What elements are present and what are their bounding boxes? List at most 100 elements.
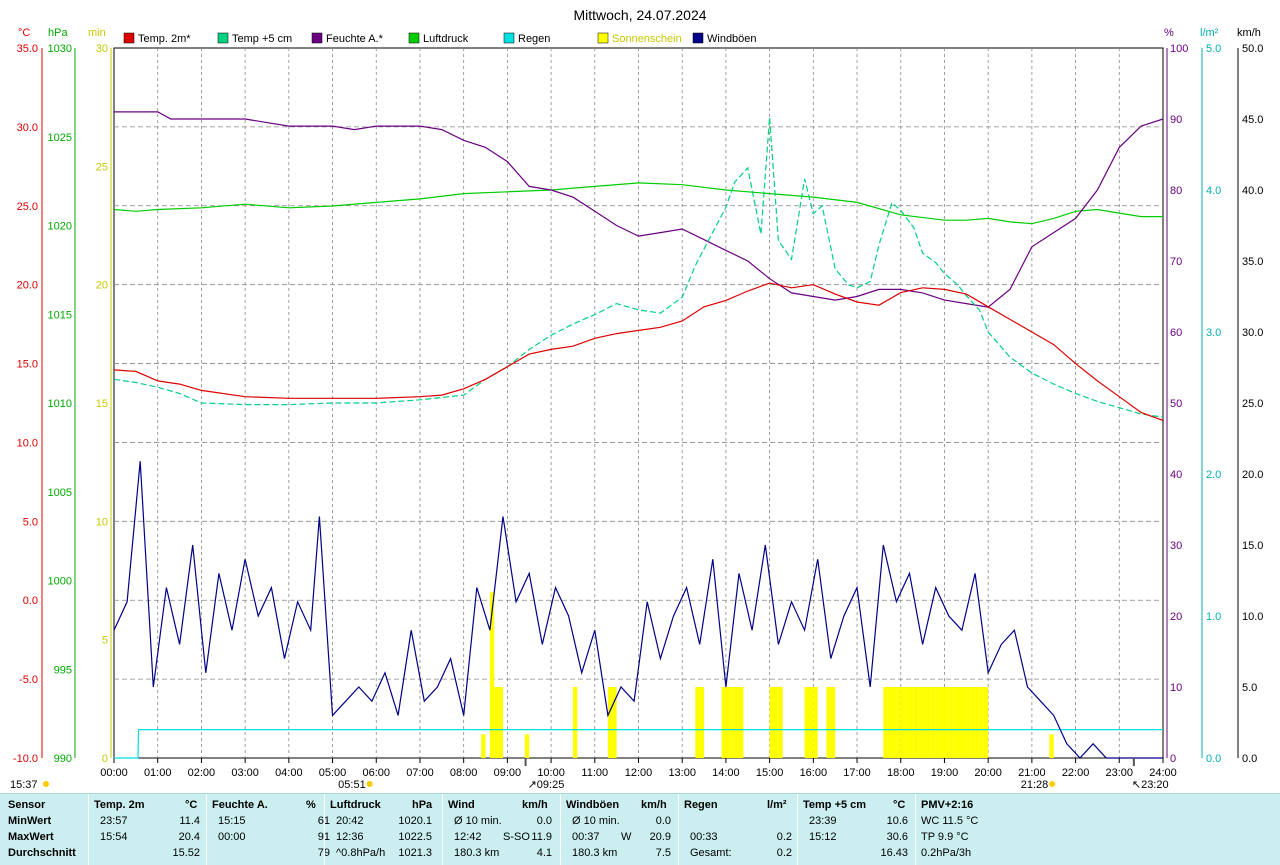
stats-cell-gust-a: 00:37	[572, 831, 600, 843]
stats-header-humidity-unit: %	[306, 799, 316, 811]
stats-row: Durchschnitt 15.52 79 ^0.8hPa/h 1021.3 180.3 …	[0, 845, 1280, 861]
tick-rain: 0.0	[1206, 753, 1221, 765]
tick-pressure: 990	[54, 753, 72, 765]
tick-wind: 10.0	[1242, 611, 1263, 623]
tick-time: 09:00	[494, 767, 522, 779]
sunshine-bar	[940, 687, 945, 758]
legend-label: Feuchte A.*	[326, 33, 384, 45]
stats-cell-pmv: TP 9.9 °C	[921, 831, 969, 843]
stats-cell-wind-v: 4.1	[536, 847, 552, 859]
stats-cell-pmv: 0.2hPa/3h	[921, 847, 972, 859]
stats-cell-wind-a: 12:42	[454, 831, 482, 843]
stats-cell-gust-v: 20.9	[649, 831, 671, 843]
legend-swatch	[503, 32, 515, 44]
sunset-icon	[1049, 781, 1056, 787]
stats-header-pressure-unit: hPa	[412, 799, 433, 811]
sunshine-bar	[975, 687, 980, 758]
sunshine-bar	[883, 687, 888, 758]
tick-time: 20:00	[974, 767, 1002, 779]
legend-label: Windböen	[707, 33, 757, 45]
stats-cell-rain-v: 0.2	[776, 831, 792, 843]
axis-unit-sun: min	[88, 27, 106, 39]
legend-label: Temp. 2m*	[138, 33, 191, 45]
stats-row: MaxWert 15:54 20.4 00:00 91 12:36 1022.5 12:42 S…	[0, 829, 1280, 845]
tick-humidity: 70	[1170, 256, 1182, 268]
tick-time: 03:00	[231, 767, 259, 779]
sunshine-bar	[948, 687, 954, 758]
tick-humidity: 100	[1170, 43, 1188, 55]
sunshine-bar	[730, 687, 735, 758]
stats-cell-wind-v: 11.9	[531, 831, 552, 843]
tick-time: 21:00	[1018, 767, 1046, 779]
stats-cell-press-t: ^0.8hPa/h	[336, 847, 386, 859]
tick-wind: 50.0	[1242, 43, 1263, 55]
tick-temp: 20.0	[17, 280, 38, 292]
stats-cell-rain-t: 00:33	[690, 831, 718, 843]
tick-time: 04:00	[275, 767, 303, 779]
sunrise-icon	[366, 781, 373, 787]
stats-cell-press-v: 1020.1	[398, 815, 432, 827]
stats-cell-press-t: 12:36	[336, 831, 364, 843]
chart-title: Mittwoch, 24.07.2024	[573, 7, 706, 23]
tick-rain: 2.0	[1206, 469, 1221, 481]
sunshine-bar	[734, 687, 740, 758]
sunshine-bar	[804, 687, 809, 758]
sunshine-bar	[905, 687, 910, 758]
axis-unit-humidity: %	[1164, 27, 1174, 39]
tick-time: 13:00	[668, 767, 696, 779]
sunshine-bar	[524, 734, 530, 758]
sunshine-bar	[725, 687, 731, 758]
stats-header-t5: Temp +5 cm	[803, 799, 867, 811]
stats-header-humidity: Feuchte A.	[212, 799, 268, 811]
sunshine-bar	[896, 687, 901, 758]
sunshine-bar	[481, 734, 486, 758]
stats-header-pmv: PMV+2:16	[921, 799, 974, 811]
stats-cell-rain-v: 0.2	[776, 847, 792, 859]
stats-cell-pmv: WC 11.5 °C	[921, 815, 979, 827]
tick-temp: 25.0	[17, 201, 38, 213]
sunshine-bar	[931, 687, 936, 758]
stats-header-t5-unit: °C	[893, 799, 906, 811]
tick-time: 22:00	[1062, 767, 1090, 779]
stats-cell-wind-a: 180.3 km	[454, 847, 500, 859]
stats-cell-t5-t: 23:39	[809, 815, 837, 827]
tick-rain: 1.0	[1206, 611, 1221, 623]
sunshine-bar	[926, 687, 932, 758]
sunshine-bar	[887, 687, 893, 758]
stats-header-pressure: Luftdruck	[330, 799, 381, 811]
stats-cell-temp-t: 15:54	[100, 831, 128, 843]
stats-cell-wind-a: Ø 10 min.	[454, 815, 502, 827]
sunshine-bar	[769, 687, 774, 758]
tick-sun: 5	[102, 635, 108, 647]
tick-time: 19:00	[931, 767, 959, 779]
sunrise-time: 05:51	[338, 779, 366, 791]
stats-header-wind: Wind	[448, 799, 475, 811]
tick-temp: 35.0	[17, 43, 38, 55]
stats-header-wind-unit: km/h	[522, 799, 548, 811]
tick-humidity: 90	[1170, 114, 1182, 126]
tick-time: 24:00	[1149, 767, 1177, 779]
axis-unit-pressure: hPa	[48, 27, 68, 39]
tick-time: 11:00	[581, 767, 608, 779]
stats-header-gust: Windböen	[566, 799, 620, 811]
legend-swatch	[123, 32, 135, 44]
stats-cell-gust-a: Ø 10 min.	[572, 815, 620, 827]
legend-swatch	[597, 32, 609, 44]
sunshine-bar	[957, 687, 962, 758]
stats-row: MinWert 23:57 11.4 15:15 61 20:42 1020.1 Ø 10 m…	[0, 813, 1280, 829]
legend-swatch	[408, 32, 420, 44]
tick-wind: 30.0	[1242, 327, 1263, 339]
sunshine-bar	[494, 687, 499, 758]
tick-wind: 35.0	[1242, 256, 1263, 268]
current-sun-icon	[43, 781, 49, 787]
stats-header-sensor: Sensor	[8, 799, 46, 811]
sunshine-bar	[953, 687, 958, 758]
sunshine-bar	[489, 592, 495, 758]
stats-cell-t5-t: 15:12	[809, 831, 837, 843]
tick-time: 17:00	[843, 767, 871, 779]
stats-cell-t5-v: 30.6	[886, 831, 908, 843]
stats-header-temp: Temp. 2m	[94, 799, 145, 811]
legend-label: Regen	[518, 33, 550, 45]
tick-temp: 0.0	[23, 595, 38, 607]
tick-time: 15:00	[756, 767, 784, 779]
